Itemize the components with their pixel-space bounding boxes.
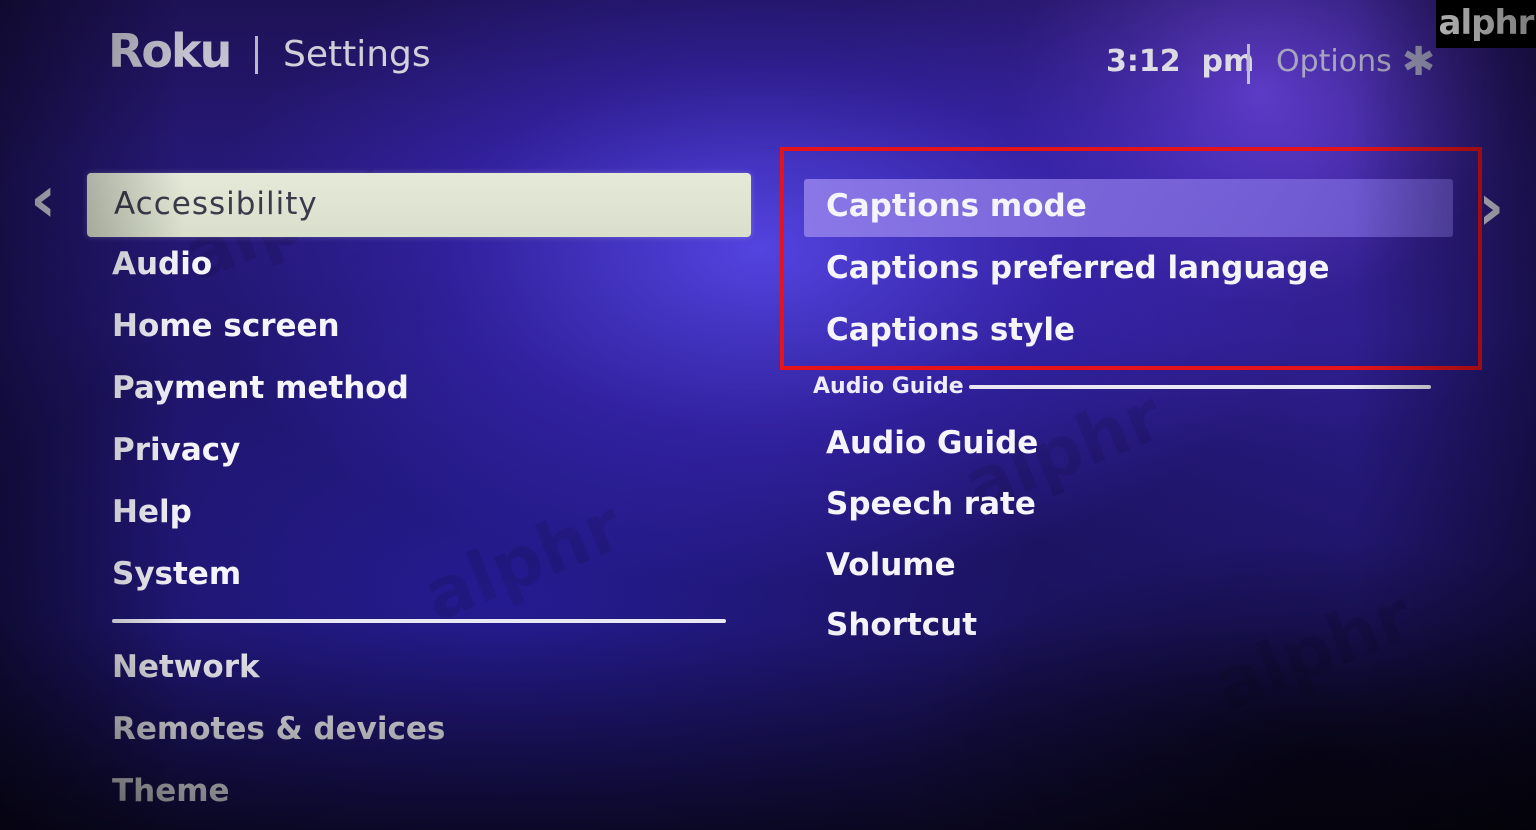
brand-watermark-badge: alphr xyxy=(1436,0,1536,48)
option-audio-guide[interactable]: Audio Guide xyxy=(826,423,1038,463)
menu-item-home-screen[interactable]: Home screen xyxy=(112,306,340,346)
option-speech-rate[interactable]: Speech rate xyxy=(826,484,1036,524)
page-title: Settings xyxy=(283,34,431,75)
menu-item-remotes-devices[interactable]: Remotes & devices xyxy=(112,709,445,749)
menu-item-system[interactable]: System xyxy=(112,554,241,594)
menu-item-privacy[interactable]: Privacy xyxy=(112,430,240,470)
menu-divider xyxy=(112,619,726,623)
asterisk-icon: ✱ xyxy=(1401,39,1436,85)
menu-item-help[interactable]: Help xyxy=(112,492,192,532)
clock: 3:12 pm xyxy=(1106,44,1255,79)
section-header-audio-guide: Audio Guide xyxy=(813,374,964,399)
menu-item-audio[interactable]: Audio xyxy=(112,244,212,284)
option-shortcut[interactable]: Shortcut xyxy=(826,605,977,645)
header-divider xyxy=(255,36,258,74)
roku-settings-screen: alphr alphr alphr alphr Roku Settings 3:… xyxy=(0,0,1536,830)
menu-item-payment-method[interactable]: Payment method xyxy=(112,368,409,408)
menu-item-theme[interactable]: Theme xyxy=(112,771,230,811)
chevron-left-icon[interactable]: ‹ xyxy=(30,168,56,232)
options-button[interactable]: Options ✱ xyxy=(1276,42,1435,82)
options-label: Options xyxy=(1276,44,1392,79)
watermark: alphr xyxy=(412,484,634,638)
section-divider xyxy=(969,385,1431,389)
annotation-highlight-box xyxy=(780,147,1482,370)
watermark: alphr xyxy=(1202,574,1424,728)
menu-item-network[interactable]: Network xyxy=(112,647,260,687)
menu-item-accessibility-label: Accessibility xyxy=(114,186,318,222)
option-volume[interactable]: Volume xyxy=(826,545,956,585)
clock-divider xyxy=(1247,44,1250,84)
roku-logo: Roku xyxy=(108,24,232,78)
